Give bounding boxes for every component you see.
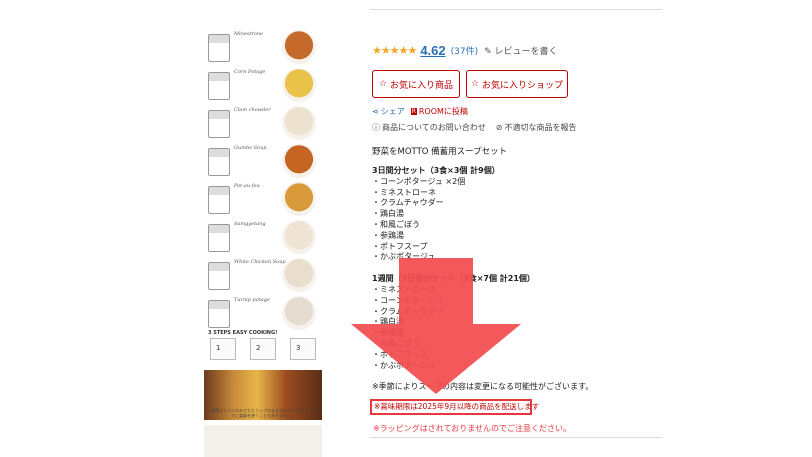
product-thumb-title: White Chicken Soup — [234, 259, 286, 265]
share-icon: ⋖ — [372, 107, 379, 116]
product-thumbnail-row: Samgyetang — [204, 218, 322, 256]
soup-cup-image — [208, 148, 230, 176]
expiry-note: ※賞味期限は2025年9月以降の商品を配送します — [374, 402, 540, 411]
photo-caption: 調理はレンジのみでたたカップのまま温められるので、家でに楽器を使うこともありませ… — [211, 408, 315, 418]
product-thumbnail-row: White Chicken Soup — [204, 256, 322, 294]
soup-cup-image — [208, 186, 230, 214]
step-number: 2 — [256, 344, 261, 352]
product-thumbnail-row: Corn Potage — [204, 66, 322, 104]
step-1-illustration — [210, 338, 236, 360]
soup-cup-image — [208, 72, 230, 100]
step-2-illustration — [250, 338, 276, 360]
item-inquiry-link[interactable]: 商品についてのお問い合わせ — [382, 122, 486, 133]
product-thumb-title: Samgyetang — [234, 221, 266, 227]
divider — [370, 9, 662, 10]
set-item: ・鶏白湯 — [372, 209, 404, 219]
favorite-shop-label: お気に入りショップ — [482, 80, 564, 91]
soup-cup-image — [208, 34, 230, 62]
share-row: ⋖ シェア R ROOMに投稿 — [372, 106, 468, 117]
soup-bowl-image — [282, 220, 316, 254]
rating-stars-icon: ★★★★★ — [372, 43, 417, 57]
soup-bowl-image — [282, 296, 316, 330]
soup-bowl-image — [282, 144, 316, 178]
product-set-title: 野菜をMOTTO 備蓄用スープセット — [372, 147, 508, 157]
rating-row: ★★★★★ 4.62 (37件) ✎ レビューを書く — [372, 42, 558, 58]
divider — [370, 437, 662, 438]
steps-title: 3 STEPS EASY COOKING! — [208, 330, 278, 336]
favorite-shop-button[interactable]: ☆ お気に入りショップ — [466, 70, 568, 98]
favorite-item-label: お気に入り商品 — [390, 80, 454, 91]
soup-cup-image — [208, 262, 230, 290]
rating-value[interactable]: 4.62 — [420, 43, 445, 58]
product-thumbnail-row: Minestrone — [204, 28, 322, 66]
set-item: ・クラムチャウダー — [372, 198, 444, 208]
set-item: ・参鶏湯 — [372, 230, 404, 240]
set-item: ・ポトフスープ — [372, 241, 428, 251]
set3-header: 3日間分セット（3食×3個 計9個） — [372, 166, 500, 175]
step-number: 1 — [216, 344, 221, 352]
set-item: ・ミネストローネ — [372, 187, 436, 197]
step-number: 3 — [296, 344, 301, 352]
product-thumb-title: Pot-au-feu — [234, 183, 260, 189]
favorite-item-button[interactable]: ☆ お気に入り商品 — [372, 70, 460, 98]
soup-bowl-image — [282, 106, 316, 140]
product-thumbnail-row: Gumbo Soup — [204, 142, 322, 180]
soup-bowl-image — [282, 258, 316, 292]
star-outline-icon: ☆ — [378, 79, 388, 89]
soup-bowl-image — [282, 68, 316, 102]
write-review-link[interactable]: ✎ レビューを書く — [484, 44, 557, 57]
wrapping-note: ※ラッピングはされておりませんのでご注意ください。 — [373, 424, 571, 433]
step-3-illustration — [290, 338, 316, 360]
soup-cup-image — [208, 110, 230, 138]
review-count-link[interactable]: (37件) — [451, 44, 478, 57]
soup-cup-image — [208, 300, 230, 328]
share-link[interactable]: シェア — [381, 106, 405, 117]
product-thumbnail-row: Clam chowder — [204, 104, 322, 142]
product-thumb-title: Gumbo Soup — [234, 145, 267, 151]
inquiry-row: ⓘ 商品についてのお問い合わせ ⊘ 不適切な商品を報告 — [372, 122, 576, 133]
product-thumb-title: Clam chowder — [234, 107, 271, 113]
product-thumb-title: Minestrone — [234, 31, 264, 37]
star-outline-icon: ☆ — [470, 79, 480, 89]
product-image-column: Minestrone Corn Potage Clam chowder Gumbo S… — [204, 0, 322, 457]
product-thumb-title: Corn Potage — [234, 69, 266, 75]
set-item: ・コーンポタージュ ×2個 — [372, 176, 466, 186]
down-arrow-annotation — [351, 258, 521, 394]
prohibited-icon: ⊘ — [495, 123, 503, 132]
soup-bowl-image — [282, 30, 316, 64]
report-item-link[interactable]: 不適切な商品を報告 — [504, 122, 576, 133]
product-thumbnail-row: Pot-au-feu — [204, 180, 322, 218]
soup-cup-image — [208, 224, 230, 252]
set-item: ・和風ごぼう — [372, 219, 420, 229]
bottom-image-strip — [204, 425, 322, 457]
room-icon: R — [410, 108, 417, 115]
question-icon: ⓘ — [372, 123, 380, 132]
room-post-link[interactable]: ROOMに投稿 — [419, 106, 468, 117]
soup-bowl-image — [282, 182, 316, 216]
product-thumb-title: Turnip potage — [234, 297, 270, 303]
product-thumbnail-row: Turnip potage — [204, 294, 322, 332]
